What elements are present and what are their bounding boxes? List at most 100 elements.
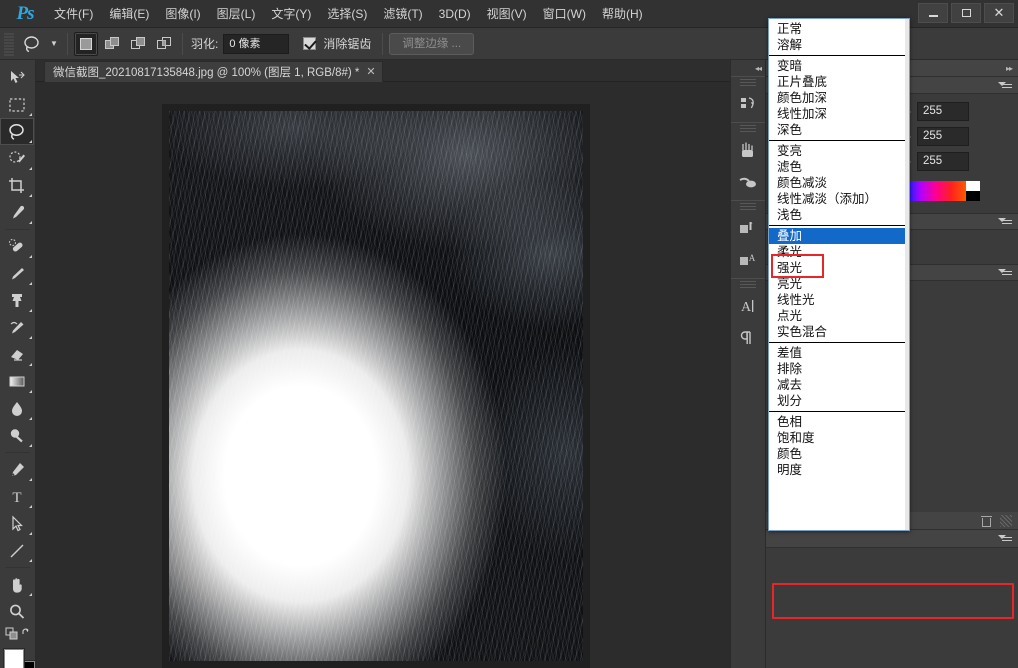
- paragraph-panel-icon[interactable]: [731, 322, 765, 354]
- feather-input[interactable]: 0 像素: [223, 33, 290, 54]
- menu-scroll-strip[interactable]: [905, 19, 909, 530]
- crop-tool[interactable]: [0, 172, 34, 199]
- panel-menu-icon[interactable]: [998, 267, 1012, 278]
- blend-mode-item[interactable]: 划分: [769, 393, 909, 409]
- blend-mode-item[interactable]: 正常: [769, 21, 909, 37]
- document-tab-close-icon[interactable]: ✕: [366, 67, 375, 78]
- blend-mode-item[interactable]: 排除: [769, 361, 909, 377]
- menu-3d[interactable]: 3D(D): [431, 3, 479, 25]
- minimize-button[interactable]: [918, 3, 948, 23]
- path-selection-tool[interactable]: [0, 510, 34, 537]
- options-bar-grip[interactable]: [4, 31, 14, 56]
- menu-filter[interactable]: 滤镜(T): [375, 3, 430, 25]
- refine-edge-button[interactable]: 调整边缘 ...: [389, 32, 475, 55]
- document-image[interactable]: [169, 111, 583, 661]
- type-tool[interactable]: T: [0, 483, 34, 510]
- color-swatches[interactable]: [0, 647, 35, 668]
- dodge-tool[interactable]: [0, 422, 34, 449]
- blend-mode-item[interactable]: 实色混合: [769, 324, 909, 340]
- brush-presets-panel-icon[interactable]: [731, 166, 765, 198]
- green-value-input[interactable]: 255: [917, 127, 969, 146]
- brush-panel-icon[interactable]: [731, 134, 765, 166]
- blend-mode-dropdown-menu[interactable]: 正常 溶解变暗 正片叠底 颜色加深 线性加深 深色变亮 滤色 颜色减淡 线性减淡（添加） 浅色叠加…: [768, 18, 910, 531]
- menu-select[interactable]: 选择(S): [319, 3, 375, 25]
- quick-selection-tool[interactable]: [0, 145, 34, 172]
- menu-file[interactable]: 文件(F): [46, 3, 101, 25]
- blend-mode-item[interactable]: 正片叠底: [769, 74, 909, 90]
- blend-mode-item[interactable]: 叠加: [769, 228, 909, 244]
- blend-mode-item[interactable]: 减去: [769, 377, 909, 393]
- menu-help[interactable]: 帮助(H): [594, 3, 651, 25]
- blend-mode-item[interactable]: 强光: [769, 260, 909, 276]
- menu-type[interactable]: 文字(Y): [263, 3, 319, 25]
- blend-mode-item[interactable]: 变亮: [769, 143, 909, 159]
- panel-menu-icon[interactable]: [998, 533, 1012, 544]
- antialias-checkbox[interactable]: [303, 37, 317, 50]
- line-tool[interactable]: [0, 537, 34, 564]
- eraser-tool[interactable]: [0, 341, 34, 368]
- eyedropper-tool[interactable]: [0, 199, 34, 226]
- history-panel-icon[interactable]: [731, 88, 765, 120]
- blend-mode-item[interactable]: 色相: [769, 414, 909, 430]
- subtract-from-selection-button[interactable]: [126, 32, 150, 56]
- blend-mode-item[interactable]: 线性减淡（添加）: [769, 191, 909, 207]
- pen-tool[interactable]: [0, 456, 34, 483]
- document-tab[interactable]: 微信截图_20210817135848.jpg @ 100% (图层 1, RG…: [44, 61, 383, 82]
- adjustments-panel-icon[interactable]: [731, 212, 765, 244]
- blend-mode-item[interactable]: 颜色减淡: [769, 175, 909, 191]
- blend-mode-item[interactable]: 线性光: [769, 292, 909, 308]
- menu-view[interactable]: 视图(V): [479, 3, 535, 25]
- foreground-color-swatch[interactable]: [4, 649, 24, 668]
- dock-grip[interactable]: [740, 281, 756, 289]
- new-selection-button[interactable]: [74, 31, 98, 56]
- blend-mode-item[interactable]: 颜色: [769, 446, 909, 462]
- blend-mode-item[interactable]: 柔光: [769, 244, 909, 260]
- add-to-selection-button[interactable]: [100, 32, 124, 56]
- blue-value-input[interactable]: 255: [917, 152, 969, 171]
- color-black-white-swatch[interactable]: [966, 181, 980, 201]
- brush-tool[interactable]: [0, 260, 34, 287]
- menu-window[interactable]: 窗口(W): [535, 3, 594, 25]
- blend-mode-item[interactable]: 深色: [769, 122, 909, 138]
- intersect-selection-button[interactable]: [152, 32, 176, 56]
- dock-grip[interactable]: [740, 125, 756, 133]
- panel-menu-icon[interactable]: [998, 80, 1012, 91]
- blur-tool[interactable]: [0, 395, 34, 422]
- blend-mode-item[interactable]: 溶解: [769, 37, 909, 53]
- blend-mode-item[interactable]: 颜色加深: [769, 90, 909, 106]
- panel-menu-icon[interactable]: [998, 216, 1012, 227]
- menu-image[interactable]: 图像(I): [157, 3, 208, 25]
- lasso-tool[interactable]: [0, 118, 34, 145]
- canvas-area[interactable]: [36, 82, 730, 668]
- blend-mode-item[interactable]: 浅色: [769, 207, 909, 223]
- menu-edit[interactable]: 编辑(E): [101, 3, 157, 25]
- character-panel-icon[interactable]: A: [731, 290, 765, 322]
- styles-panel-icon[interactable]: A: [731, 244, 765, 276]
- expand-arrows-icon[interactable]: ▸▸: [1006, 64, 1013, 73]
- panel-resize-grip[interactable]: [1000, 514, 1012, 527]
- blend-mode-item[interactable]: 线性加深: [769, 106, 909, 122]
- zoom-tool[interactable]: [0, 598, 34, 625]
- blend-mode-item[interactable]: 饱和度: [769, 430, 909, 446]
- maximize-button[interactable]: [951, 3, 981, 23]
- delete-layer-icon[interactable]: [981, 515, 992, 527]
- blend-mode-item[interactable]: 亮光: [769, 276, 909, 292]
- menu-layer[interactable]: 图层(L): [209, 3, 264, 25]
- history-brush-tool[interactable]: [0, 314, 34, 341]
- move-tool[interactable]: [0, 64, 34, 91]
- gradient-tool[interactable]: [0, 368, 34, 395]
- dock-grip[interactable]: [740, 79, 756, 87]
- blend-mode-item[interactable]: 点光: [769, 308, 909, 324]
- antialias-checkbox-group[interactable]: 消除锯齿: [303, 35, 376, 52]
- dock-grip[interactable]: [740, 203, 756, 211]
- rectangular-marquee-tool[interactable]: [0, 91, 34, 118]
- red-value-input[interactable]: 255: [917, 102, 969, 121]
- lasso-tool-icon[interactable]: [17, 31, 47, 57]
- blend-mode-item[interactable]: 明度: [769, 462, 909, 478]
- spot-healing-brush-tool[interactable]: [0, 233, 34, 260]
- close-button[interactable]: ✕: [984, 3, 1014, 23]
- blend-mode-item[interactable]: 变暗: [769, 58, 909, 74]
- clone-stamp-tool[interactable]: [0, 287, 34, 314]
- blend-mode-item[interactable]: 滤色: [769, 159, 909, 175]
- blend-mode-item[interactable]: 差值: [769, 345, 909, 361]
